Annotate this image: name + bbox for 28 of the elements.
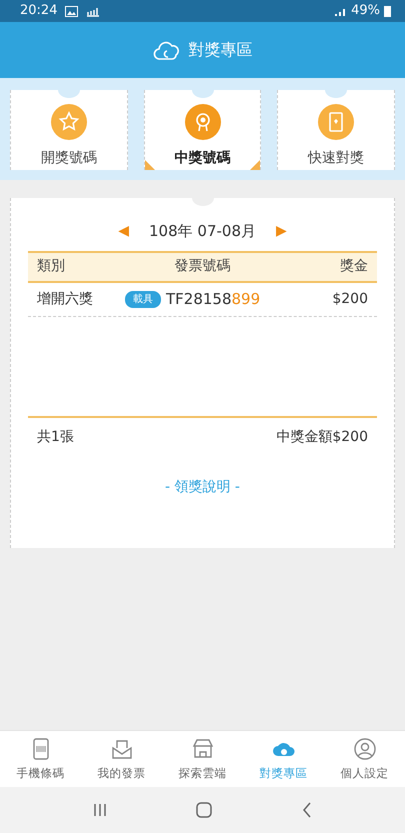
bottom-nav-tab[interactable]: 探索雲端 [162, 731, 243, 787]
period-label: 108年 07-08月 [149, 221, 256, 242]
invoice-number: TF28158899 [166, 288, 260, 310]
chart-icon [86, 6, 100, 16]
bottom-nav-tab[interactable]: 手機條碼 [0, 731, 81, 787]
page-title: 對獎專區 [188, 39, 252, 61]
column-header: 類別 [37, 257, 66, 276]
image-icon [65, 6, 78, 16]
corner-mark [250, 160, 260, 170]
corner-mark [144, 160, 155, 170]
carrier-tag: 載具 [125, 290, 161, 308]
invoice-count: 共1張 [37, 428, 74, 447]
status-time: 20:24 [20, 2, 58, 20]
bottom-nav-tab[interactable]: 個人設定 [324, 731, 405, 787]
battery-icon [384, 5, 391, 17]
back-icon[interactable] [302, 802, 312, 818]
prize-total: 中獎金額$200 [276, 428, 368, 447]
home-icon[interactable] [196, 802, 212, 818]
prize-amount: $200 [331, 290, 368, 308]
medal-icon [184, 104, 220, 140]
ticket-icon [318, 104, 354, 140]
bottom-nav-tab[interactable]: 我的發票 [81, 731, 162, 787]
recent-apps-icon[interactable] [92, 803, 107, 817]
column-header: 獎金 [339, 257, 368, 276]
column-header: 發票號碼 [174, 257, 232, 276]
battery-percent: 49% [351, 2, 380, 20]
person-icon [352, 737, 378, 761]
prize-category: 增開六獎 [37, 290, 94, 308]
